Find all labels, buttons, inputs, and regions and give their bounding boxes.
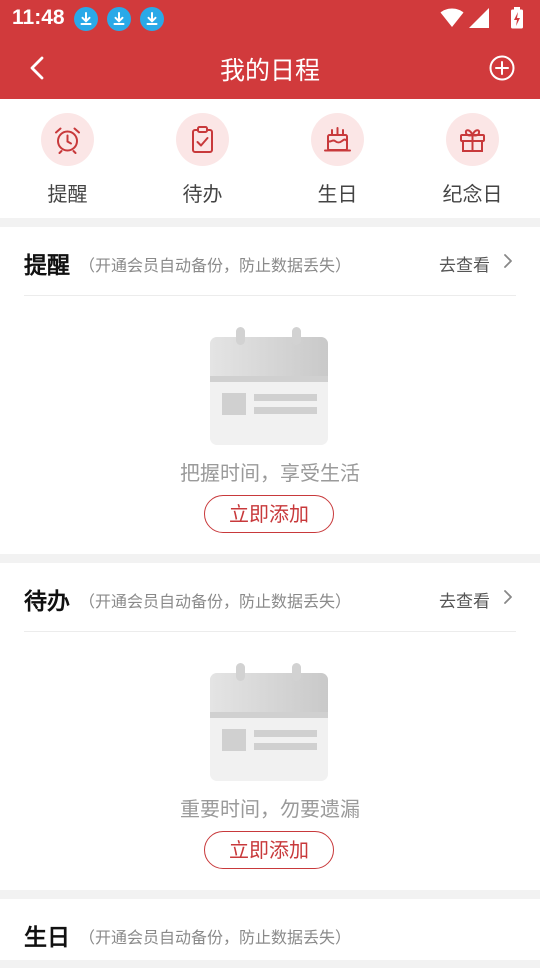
status-time: 11:48 [12,6,65,29]
chevron-right-icon[interactable] [502,589,514,605]
quick-nav-todo[interactable]: 待办 [135,99,270,218]
download-icon [140,7,164,31]
quick-nav-label: 待办 [182,182,223,206]
section-subtitle: （开通会员自动备份，防止数据丢失） [79,256,352,275]
quick-nav-anniversary[interactable]: 纪念日 [405,99,540,218]
section-title: 提醒 [24,253,70,279]
add-todo-button[interactable]: 立即添加 [204,831,334,869]
nav-bar: 我的日程 [0,36,540,99]
section-header: 提醒 （开通会员自动备份，防止数据丢失） 去查看 [24,227,516,296]
signal-icon [468,7,490,33]
calendar-empty-icon [210,327,328,445]
quick-nav-label: 纪念日 [442,182,503,206]
section-title: 生日 [24,925,70,951]
alarm-clock-icon [41,113,94,166]
clipboard-check-icon [176,113,229,166]
battery-charging-icon [510,7,524,33]
add-circle-icon[interactable] [488,54,516,82]
section-reminders: 提醒 （开通会员自动备份，防止数据丢失） 去查看 把握时间，享受生活 立即添加 [0,227,540,554]
empty-state-text: 把握时间，享受生活 [180,461,360,485]
quick-nav-label: 提醒 [47,182,88,206]
app-header: 11:48 我的日程 [0,0,540,99]
section-title: 待办 [24,589,70,615]
quick-nav: 提醒 待办 生日 纪念日 [0,99,540,218]
quick-nav-reminder[interactable]: 提醒 [0,99,135,218]
add-reminder-button[interactable]: 立即添加 [204,495,334,533]
download-icon [107,7,131,31]
status-bar: 11:48 [0,0,540,36]
calendar-empty-icon [210,663,328,781]
empty-state-text: 重要时间，勿要遗漏 [180,797,360,821]
download-icon [74,7,98,31]
section-birthday: 生日 （开通会员自动备份，防止数据丢失） [0,899,540,960]
gift-icon [446,113,499,166]
view-more-link[interactable]: 去查看 [439,587,490,612]
section-header: 生日 （开通会员自动备份，防止数据丢失） [24,899,516,968]
section-subtitle: （开通会员自动备份，防止数据丢失） [79,928,352,947]
page-title: 我的日程 [219,56,320,85]
view-more-link[interactable]: 去查看 [439,251,490,276]
section-header: 待办 （开通会员自动备份，防止数据丢失） 去查看 [24,563,516,632]
chevron-right-icon[interactable] [502,253,514,269]
wifi-icon [440,7,464,33]
section-subtitle: （开通会员自动备份，防止数据丢失） [79,592,352,611]
cake-icon [311,113,364,166]
quick-nav-label: 生日 [317,182,358,206]
quick-nav-birthday[interactable]: 生日 [270,99,405,218]
section-todo: 待办 （开通会员自动备份，防止数据丢失） 去查看 重要时间，勿要遗漏 立即添加 [0,563,540,890]
